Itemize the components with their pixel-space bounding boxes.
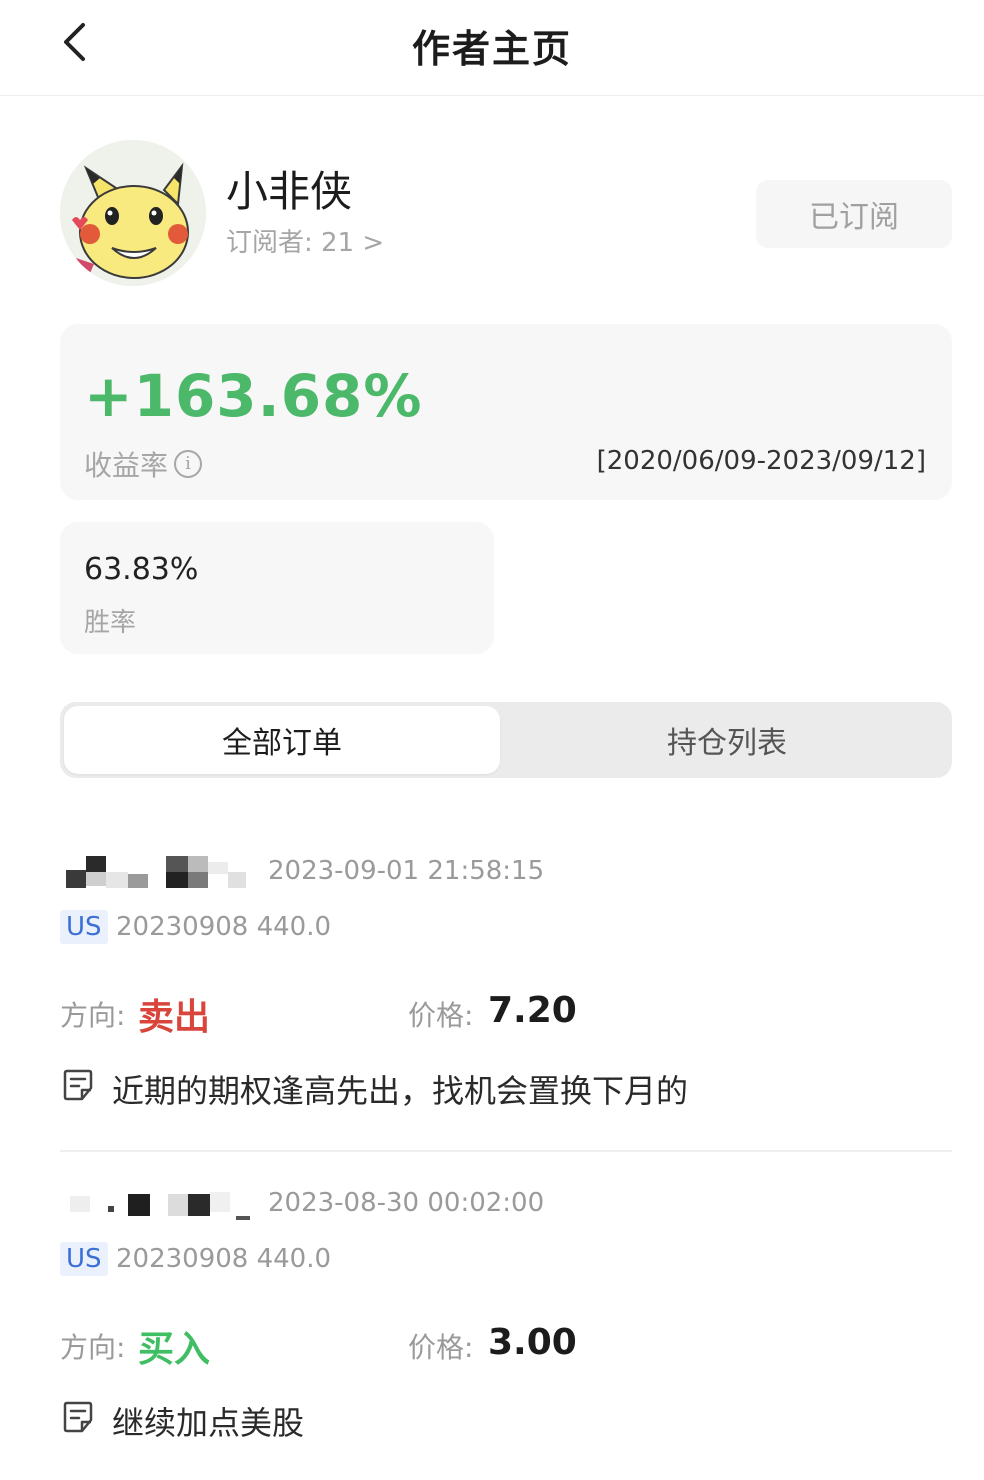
tab-all-orders[interactable]: 全部订单: [64, 706, 500, 774]
order-item[interactable]: 2023-09-01 21:58:15 US 20230908 440.0 方向…: [60, 844, 952, 1152]
market-badge: US: [60, 1242, 108, 1276]
price-label: 价格:: [408, 999, 474, 1032]
author-profile: 小非侠 订阅者: 21 > 已订阅: [60, 140, 952, 288]
tab-positions[interactable]: 持仓列表: [506, 706, 948, 774]
note-icon: [63, 1401, 93, 1433]
date-range: [2020/06/09-2023/09/12]: [596, 446, 926, 476]
order-item[interactable]: 2023-08-30 00:02:00 US 20230908 440.0 方向…: [60, 1176, 952, 1476]
market-badge: US: [60, 910, 108, 944]
return-label: 收益率: [84, 449, 169, 482]
subscribed-button[interactable]: 已订阅: [756, 180, 952, 248]
order-note: 继续加点美股: [112, 1404, 305, 1442]
tab-bar: 全部订单 持仓列表: [60, 702, 952, 778]
direction-label: 方向:: [60, 999, 126, 1032]
nav-bar: 作者主页: [0, 0, 984, 96]
return-label-row: 收益率 i: [84, 444, 203, 484]
price-label: 价格:: [408, 1331, 474, 1364]
pikachu-avatar-icon: [60, 140, 206, 286]
return-card: +163.68% 收益率 i [2020/06/09-2023/09/12]: [60, 324, 952, 500]
contract-info: 20230908 440.0: [116, 1244, 332, 1274]
avatar[interactable]: [60, 140, 206, 286]
pixelated-symbol-image: [64, 852, 250, 888]
pixelated-symbol-image: [64, 1184, 250, 1220]
contract-info: 20230908 440.0: [116, 912, 332, 942]
note-icon: [63, 1069, 93, 1101]
order-datetime: 2023-08-30 00:02:00: [268, 1188, 545, 1218]
direction-value: 买入: [138, 1329, 211, 1370]
order-datetime: 2023-09-01 21:58:15: [268, 856, 545, 886]
order-note: 近期的期权逢高先出，找机会置换下月的: [112, 1072, 689, 1110]
price-value: 3.00: [488, 1322, 577, 1363]
direction-label: 方向:: [60, 1331, 126, 1364]
return-value: +163.68%: [84, 362, 423, 430]
price-value: 7.20: [488, 990, 577, 1031]
info-icon[interactable]: i: [174, 450, 203, 478]
win-rate-card: 63.83% 胜率: [60, 522, 494, 654]
win-rate-value: 63.83%: [84, 552, 199, 587]
direction-value: 卖出: [138, 997, 211, 1038]
subscribers-link[interactable]: 订阅者: 21 >: [226, 222, 384, 259]
page-title: 作者主页: [411, 27, 572, 71]
author-name: 小非侠: [226, 167, 353, 216]
win-rate-label: 胜率: [84, 608, 137, 638]
